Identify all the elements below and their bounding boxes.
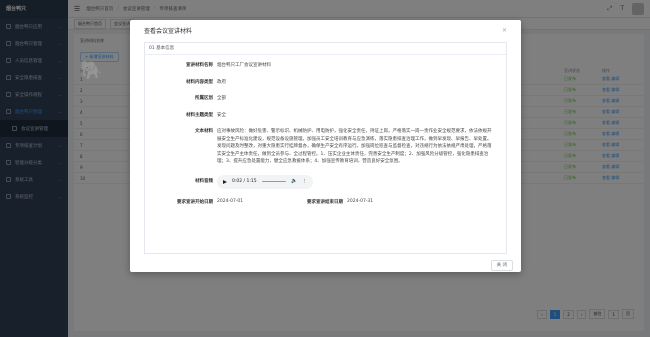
watermark: 🐘 <box>80 60 103 81</box>
close-button[interactable]: 关 闭 <box>490 260 513 271</box>
volume-icon[interactable]: 🔈 <box>291 178 297 186</box>
field-value: 烟台鸭只工厂会议宣讲材料 <box>217 63 271 68</box>
field-value: 政府 <box>217 79 226 85</box>
close-icon[interactable]: ✕ <box>502 27 507 34</box>
field-text-material: 文本材料 应对事故风险：做好危害、警示标识、机械防护、用电防护，强化安全责任，持… <box>145 128 506 166</box>
field-value: 应对事故风险：做好危害、警示标识、机械防护、用电防护，强化安全责任，持证上岗，严… <box>217 129 492 164</box>
start-date-value: 2024-07-01 <box>217 198 244 204</box>
field-value: 全部 <box>217 96 226 101</box>
audio-player[interactable]: 0:02 / 1:15 🔈 ⋮ <box>217 174 313 189</box>
dialog-header: 查看会议宣讲材料 ✕ <box>130 20 521 40</box>
field-label: 材料音频 <box>195 178 213 184</box>
dialog-title: 查看会议宣讲材料 <box>144 27 193 35</box>
section-title: 01 基本信息 <box>145 43 506 55</box>
field-label: 所属区划 <box>195 96 213 101</box>
date-range: 要求宣讲开始日期 2024-07-01 要求宣讲结束日期 2024-07-31 <box>145 199 506 205</box>
audio-progress-bar[interactable] <box>261 180 287 183</box>
end-date-value: 2024-07-31 <box>347 198 374 204</box>
field-label: 材料主题类型 <box>186 112 213 118</box>
field-label: 宣讲材料名称 <box>186 63 213 68</box>
field-region: 所属区划 全部 <box>145 95 506 103</box>
dialog-body: 01 基本信息 宣讲材料名称 烟台鸭只工厂会议宣讲材料 材料内容类型 政府 所属… <box>144 42 507 254</box>
field-material-name: 宣讲材料名称 烟台鸭只工厂会议宣讲材料 <box>145 62 506 70</box>
field-content-type: 材料内容类型 政府 <box>145 79 506 87</box>
field-topic-type: 材料主题类型 安全 <box>145 112 506 120</box>
field-label: 材料内容类型 <box>186 79 213 85</box>
audio-time: 0:02 / 1:15 <box>232 178 257 184</box>
field-value: 安全 <box>217 112 226 118</box>
more-icon[interactable]: ⋮ <box>303 178 308 186</box>
play-icon[interactable] <box>223 179 227 184</box>
view-material-dialog: 查看会议宣讲材料 ✕ 01 基本信息 宣讲材料名称 烟台鸭只工厂会议宣讲材料 材… <box>130 20 521 272</box>
field-label: 要求宣讲结束日期 <box>307 199 343 205</box>
field-label: 文本材料 <box>195 129 213 134</box>
field-audio: 材料音频 0:02 / 1:15 🔈 ⋮ <box>145 174 506 189</box>
field-label: 要求宣讲开始日期 <box>177 199 213 205</box>
dialog-footer: 关 闭 <box>490 260 513 271</box>
